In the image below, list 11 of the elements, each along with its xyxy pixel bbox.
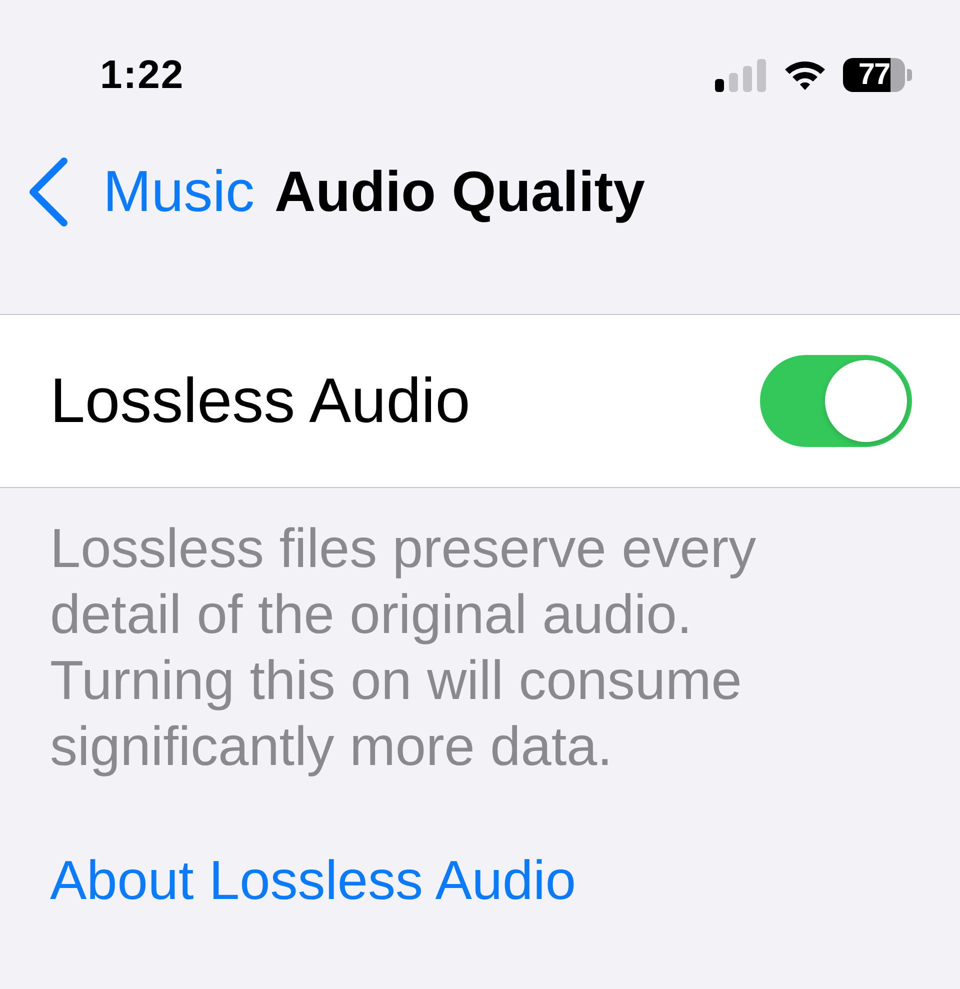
chevron-left-icon — [28, 157, 68, 227]
back-button[interactable]: Music — [28, 157, 254, 227]
status-time: 1:22 — [100, 52, 184, 98]
description-text: Lossless files preserve every detail of the original audio. Turning this on will consume significantly more data. — [50, 516, 758, 779]
setting-label: Lossless Audio — [50, 365, 470, 438]
signal-icon — [715, 58, 767, 92]
wifi-icon — [783, 59, 827, 91]
page-title: Audio Quality — [274, 159, 645, 226]
about-link[interactable]: About Lossless Audio — [50, 847, 576, 913]
battery-percentage: 77 — [843, 58, 905, 92]
battery-tip-icon — [907, 69, 912, 81]
